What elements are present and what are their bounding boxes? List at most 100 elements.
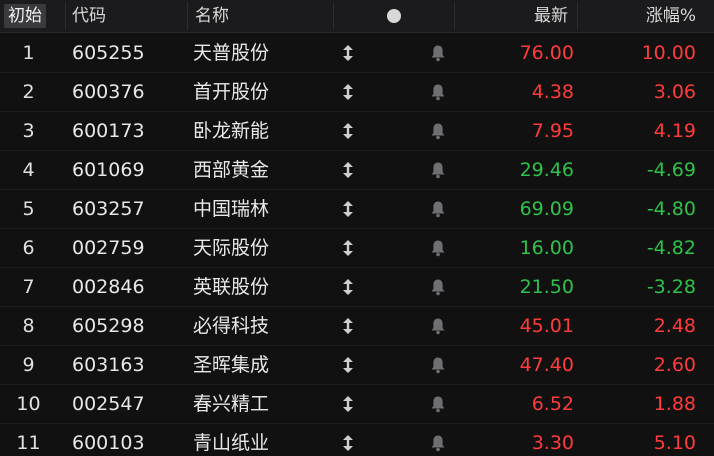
row-seq: 11 <box>16 432 41 454</box>
stock-code: 600173 <box>72 120 145 142</box>
header-divider[interactable] <box>333 2 334 30</box>
row-seq: 1 <box>22 42 35 64</box>
stock-name: 首开股份 <box>193 81 270 103</box>
drag-handle-icon[interactable] <box>342 151 356 189</box>
stock-name: 必得科技 <box>193 315 270 337</box>
stock-code: 603163 <box>72 354 145 376</box>
header-price[interactable]: 最新 <box>534 0 568 32</box>
header-divider[interactable] <box>454 2 455 30</box>
header-divider[interactable] <box>577 2 578 30</box>
stock-code: 601069 <box>72 159 145 181</box>
row-seq: 7 <box>22 276 35 298</box>
table-row[interactable]: 9 603163 圣晖集成 47.40 2.60 <box>0 346 714 385</box>
table-row[interactable]: 11 600103 青山纸业 3.30 5.10 <box>0 424 714 456</box>
bell-icon[interactable] <box>430 229 446 267</box>
bell-icon[interactable] <box>430 34 446 72</box>
stock-name: 西部黄金 <box>193 159 270 181</box>
stock-code: 002547 <box>72 393 145 415</box>
latest-price: 16.00 <box>519 237 574 259</box>
bell-icon[interactable] <box>430 112 446 150</box>
table-header: 初始 代码 名称 最新 涨幅% <box>0 0 714 33</box>
change-percent: 1.88 <box>653 393 696 415</box>
header-name[interactable]: 名称 <box>195 0 229 32</box>
stock-list: 1 605255 天普股份 76.00 10.00 2 600376 首开股份 <box>0 34 714 456</box>
latest-price: 45.01 <box>519 315 574 337</box>
table-row[interactable]: 6 002759 天际股份 16.00 -4.82 <box>0 229 714 268</box>
stock-code: 605255 <box>72 42 145 64</box>
bell-icon[interactable] <box>430 268 446 306</box>
stock-name: 圣晖集成 <box>193 354 270 376</box>
table-row[interactable]: 3 600173 卧龙新能 7.95 4.19 <box>0 112 714 151</box>
row-seq: 5 <box>22 198 35 220</box>
change-percent: -4.82 <box>646 237 696 259</box>
change-percent: 3.06 <box>653 81 696 103</box>
stock-code: 605298 <box>72 315 145 337</box>
drag-handle-icon[interactable] <box>342 34 356 72</box>
circle-icon[interactable] <box>387 0 403 32</box>
table-row[interactable]: 7 002846 英联股份 21.50 -3.28 <box>0 268 714 307</box>
latest-price: 21.50 <box>519 276 574 298</box>
change-percent: 4.19 <box>653 120 696 142</box>
stock-name: 天普股份 <box>193 42 270 64</box>
bell-icon[interactable] <box>430 151 446 189</box>
header-seq-label[interactable]: 初始 <box>4 4 46 28</box>
header-divider[interactable] <box>65 2 66 30</box>
latest-price: 76.00 <box>519 42 574 64</box>
change-percent: 2.48 <box>653 315 696 337</box>
change-percent: 2.60 <box>653 354 696 376</box>
stock-name: 卧龙新能 <box>193 120 270 142</box>
bell-icon[interactable] <box>430 190 446 228</box>
bell-icon[interactable] <box>430 73 446 111</box>
header-divider[interactable] <box>187 2 188 30</box>
table-row[interactable]: 1 605255 天普股份 76.00 10.00 <box>0 34 714 73</box>
row-seq: 6 <box>22 237 35 259</box>
change-percent: -3.28 <box>646 276 696 298</box>
stock-name: 春兴精工 <box>193 393 270 415</box>
change-percent: 10.00 <box>641 42 696 64</box>
latest-price: 47.40 <box>519 354 574 376</box>
row-seq: 2 <box>22 81 35 103</box>
stock-name: 英联股份 <box>193 276 270 298</box>
table-row[interactable]: 8 605298 必得科技 45.01 2.48 <box>0 307 714 346</box>
drag-handle-icon[interactable] <box>342 73 356 111</box>
drag-handle-icon[interactable] <box>342 190 356 228</box>
stock-name: 青山纸业 <box>193 432 270 454</box>
stock-code: 600103 <box>72 432 145 454</box>
latest-price: 7.95 <box>531 120 574 142</box>
bell-icon[interactable] <box>430 424 446 456</box>
drag-handle-icon[interactable] <box>342 307 356 345</box>
row-seq: 8 <box>22 315 35 337</box>
drag-handle-icon[interactable] <box>342 385 356 423</box>
drag-handle-icon[interactable] <box>342 268 356 306</box>
latest-price: 4.38 <box>531 81 574 103</box>
stock-code: 603257 <box>72 198 145 220</box>
change-percent: 5.10 <box>653 432 696 454</box>
header-change[interactable]: 涨幅% <box>646 0 696 32</box>
change-percent: -4.69 <box>646 159 696 181</box>
stock-code: 002759 <box>72 237 145 259</box>
bell-icon[interactable] <box>430 385 446 423</box>
drag-handle-icon[interactable] <box>342 229 356 267</box>
row-seq: 3 <box>22 120 35 142</box>
bell-icon[interactable] <box>430 346 446 384</box>
stock-watchlist: 初始 代码 名称 最新 涨幅% 1 605255 天普股份 76.00 10.0… <box>0 0 714 456</box>
latest-price: 29.46 <box>519 159 574 181</box>
row-seq: 10 <box>16 393 41 415</box>
table-row[interactable]: 2 600376 首开股份 4.38 3.06 <box>0 73 714 112</box>
latest-price: 3.30 <box>531 432 574 454</box>
bell-icon[interactable] <box>430 307 446 345</box>
change-percent: -4.80 <box>646 198 696 220</box>
stock-code: 002846 <box>72 276 145 298</box>
latest-price: 6.52 <box>531 393 574 415</box>
table-row[interactable]: 10 002547 春兴精工 6.52 1.88 <box>0 385 714 424</box>
stock-code: 600376 <box>72 81 145 103</box>
header-code[interactable]: 代码 <box>72 0 106 32</box>
row-seq: 4 <box>22 159 35 181</box>
drag-handle-icon[interactable] <box>342 112 356 150</box>
drag-handle-icon[interactable] <box>342 346 356 384</box>
table-row[interactable]: 4 601069 西部黄金 29.46 -4.69 <box>0 151 714 190</box>
table-row[interactable]: 5 603257 中国瑞林 69.09 -4.80 <box>0 190 714 229</box>
latest-price: 69.09 <box>519 198 574 220</box>
header-seq[interactable]: 初始 <box>0 0 57 32</box>
drag-handle-icon[interactable] <box>342 424 356 456</box>
